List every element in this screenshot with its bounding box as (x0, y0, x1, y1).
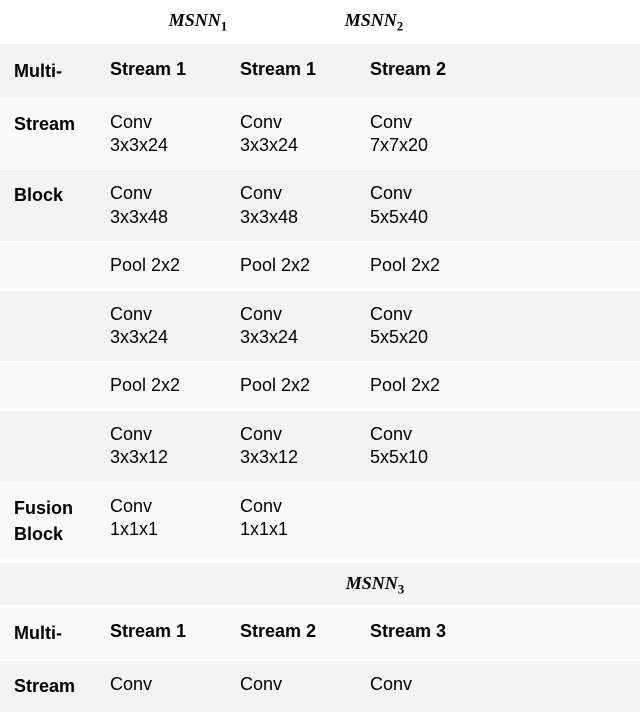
table-cell: Pool 2x2 (370, 374, 500, 397)
top-stream-header-row: Multi- Stream 1 Stream 1 Stream 2 (0, 43, 640, 98)
table-cell: Conv5x5x20 (370, 303, 500, 350)
block-label-cell (0, 303, 110, 350)
table-cell: Pool 2x2 (110, 374, 240, 397)
table-cell: Conv3x3x24 (110, 303, 240, 350)
top-rows-container: StreamConv3x3x24Conv3x3x24Conv7x7x20Bloc… (0, 98, 640, 482)
fusion-label-text: FusionBlock (14, 498, 73, 544)
stream-header: Stream 1 (240, 58, 370, 84)
fusion-row: FusionBlock Conv1x1x1 Conv1x1x1 (0, 482, 640, 559)
stream-header: Stream 1 (110, 58, 240, 84)
model-name-sub: 3 (398, 581, 404, 596)
table-cell: Conv3x3x12 (240, 423, 370, 470)
block-label-cell (0, 374, 110, 397)
table-row: Conv3x3x24Conv3x3x24Conv5x5x20 (0, 290, 640, 362)
table-cell: Conv (110, 673, 240, 699)
bottom-model-header-row: MSNN3 (0, 563, 640, 606)
table-cell: Conv3x3x48 (110, 182, 240, 229)
stream-header: Stream 2 (370, 58, 500, 84)
table-row: BlockConv3x3x48Conv3x3x48Conv5x5x40 (0, 169, 640, 241)
stream-header: Stream 3 (370, 620, 500, 646)
block-label-cell: Multi- (0, 620, 110, 646)
top-model-header-row: MSNN1 MSNN2 (0, 0, 640, 43)
model-name-sub: 2 (397, 19, 403, 34)
model-header-msnn3: MSNN3 (110, 573, 640, 598)
table-cell: Conv3x3x24 (110, 111, 240, 158)
block-label-cell (0, 254, 110, 277)
table-cell: Conv3x3x12 (110, 423, 240, 470)
table-row: StreamConvConvConv (0, 660, 640, 711)
table-cell: Conv (240, 673, 370, 699)
model-name-base: MSNN (345, 10, 397, 30)
table-row: Conv3x3x12Conv3x3x12Conv5x5x10 (0, 410, 640, 482)
table-cell: Conv7x7x20 (370, 111, 500, 158)
block-label-cell (0, 423, 110, 470)
table-cell: Conv3x3x24 (240, 111, 370, 158)
block-label-cell: Block (0, 182, 110, 229)
fusion-cell: Conv1x1x1 (110, 495, 240, 547)
block-label-cell: Multi- (0, 58, 110, 84)
table-cell: Conv5x5x40 (370, 182, 500, 229)
table-cell: Conv3x3x24 (240, 303, 370, 350)
model-name-base: MSNN (346, 573, 398, 593)
stream-header: Stream 1 (110, 620, 240, 646)
model-header-msnn2: MSNN2 (286, 10, 462, 35)
table-cell: Pool 2x2 (240, 374, 370, 397)
table-row: Pool 2x2Pool 2x2Pool 2x2 (0, 241, 640, 289)
fusion-cell: Conv1x1x1 (240, 495, 370, 547)
table-cell: Conv (370, 673, 500, 699)
table-cell: Conv5x5x10 (370, 423, 500, 470)
block-label-cell: Stream (0, 111, 110, 158)
fusion-label: FusionBlock (0, 495, 110, 547)
block-label-cell: Stream (0, 673, 110, 699)
table-cell: Pool 2x2 (370, 254, 500, 277)
bottom-stream-header-row: Multi- Stream 1 Stream 2 Stream 3 (0, 605, 640, 660)
table-row: Pool 2x2Pool 2x2Pool 2x2 (0, 361, 640, 409)
spacer (0, 573, 110, 598)
model-name-sub: 1 (221, 19, 227, 34)
table-cell: Conv3x3x48 (240, 182, 370, 229)
bottom-rows-container: StreamConvConvConv (0, 660, 640, 711)
model-name-base: MSNN (169, 10, 221, 30)
table-row: StreamConv3x3x24Conv3x3x24Conv7x7x20 (0, 98, 640, 170)
architecture-table: MSNN1 MSNN2 Multi- Stream 1 Stream 1 Str… (0, 0, 640, 712)
stream-header: Stream 2 (240, 620, 370, 646)
spacer (0, 10, 110, 35)
table-cell: Pool 2x2 (110, 254, 240, 277)
fusion-cell (370, 495, 500, 547)
table-cell: Pool 2x2 (240, 254, 370, 277)
model-header-msnn1: MSNN1 (110, 10, 286, 35)
